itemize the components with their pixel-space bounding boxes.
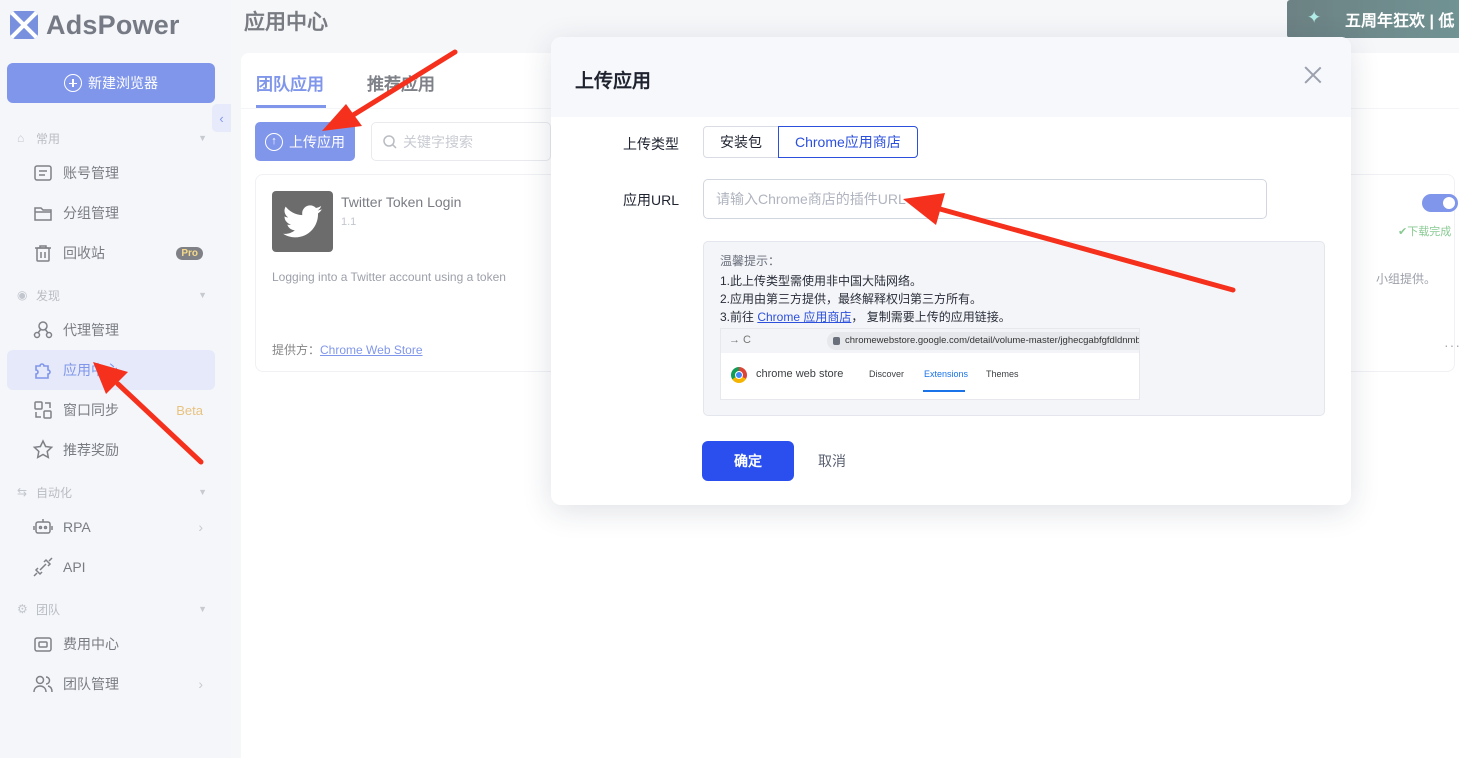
tip-line-3-suffix: ， 复制需要上传的应用链接。 xyxy=(851,310,1011,324)
close-icon[interactable] xyxy=(1300,62,1326,88)
upload-app-modal: 上传应用 上传类型 安装包 Chrome应用商店 应用URL 温馨提示： 1.此… xyxy=(551,37,1351,505)
modal-header: 上传应用 xyxy=(551,37,1351,117)
browser-nav-icons: → C xyxy=(729,334,751,346)
cancel-button[interactable]: 取消 xyxy=(818,441,846,481)
tip-box: 温馨提示： 1.此上传类型需使用非中国大陆网络。 2.应用由第三方提供，最终解释… xyxy=(703,241,1325,416)
upload-type-label: 上传类型 xyxy=(623,136,679,152)
modal-title: 上传应用 xyxy=(575,71,652,92)
app-url-label: 应用URL xyxy=(622,192,679,208)
upload-type-segmented: 安装包 Chrome应用商店 xyxy=(703,126,918,158)
store-brand: chrome web store xyxy=(756,368,844,380)
tip-line-1: 1.此上传类型需使用非中国大陆网络。 xyxy=(720,274,923,288)
type-option-chrome-store[interactable]: Chrome应用商店 xyxy=(778,126,918,158)
chrome-store-screenshot: → C chromewebstore.google.com/detail/vol… xyxy=(720,328,1140,400)
store-tab-themes: Themes xyxy=(986,369,1019,379)
store-tab-underline xyxy=(923,390,965,392)
confirm-button[interactable]: 确定 xyxy=(702,441,794,481)
tip-title: 温馨提示： xyxy=(720,254,781,268)
store-tab-discover: Discover xyxy=(869,369,905,379)
browser-address-bar: → C chromewebstore.google.com/detail/vol… xyxy=(721,329,1139,353)
tip-line-2: 2.应用由第三方提供，最终解释权归第三方所有。 xyxy=(720,292,983,306)
chrome-logo-icon xyxy=(731,367,747,383)
app-url-input[interactable] xyxy=(703,179,1267,219)
store-tab-extensions: Extensions xyxy=(924,369,969,379)
tip-line-3: 3.前往 Chrome 应用商店， 复制需要上传的应用链接。 xyxy=(720,308,1011,325)
chrome-store-link[interactable]: Chrome 应用商店 xyxy=(757,310,851,324)
browser-url: chromewebstore.google.com/detail/volume-… xyxy=(827,332,1139,350)
tip-line-3-prefix: 3.前往 xyxy=(720,310,758,324)
type-option-package[interactable]: 安装包 xyxy=(703,126,779,158)
